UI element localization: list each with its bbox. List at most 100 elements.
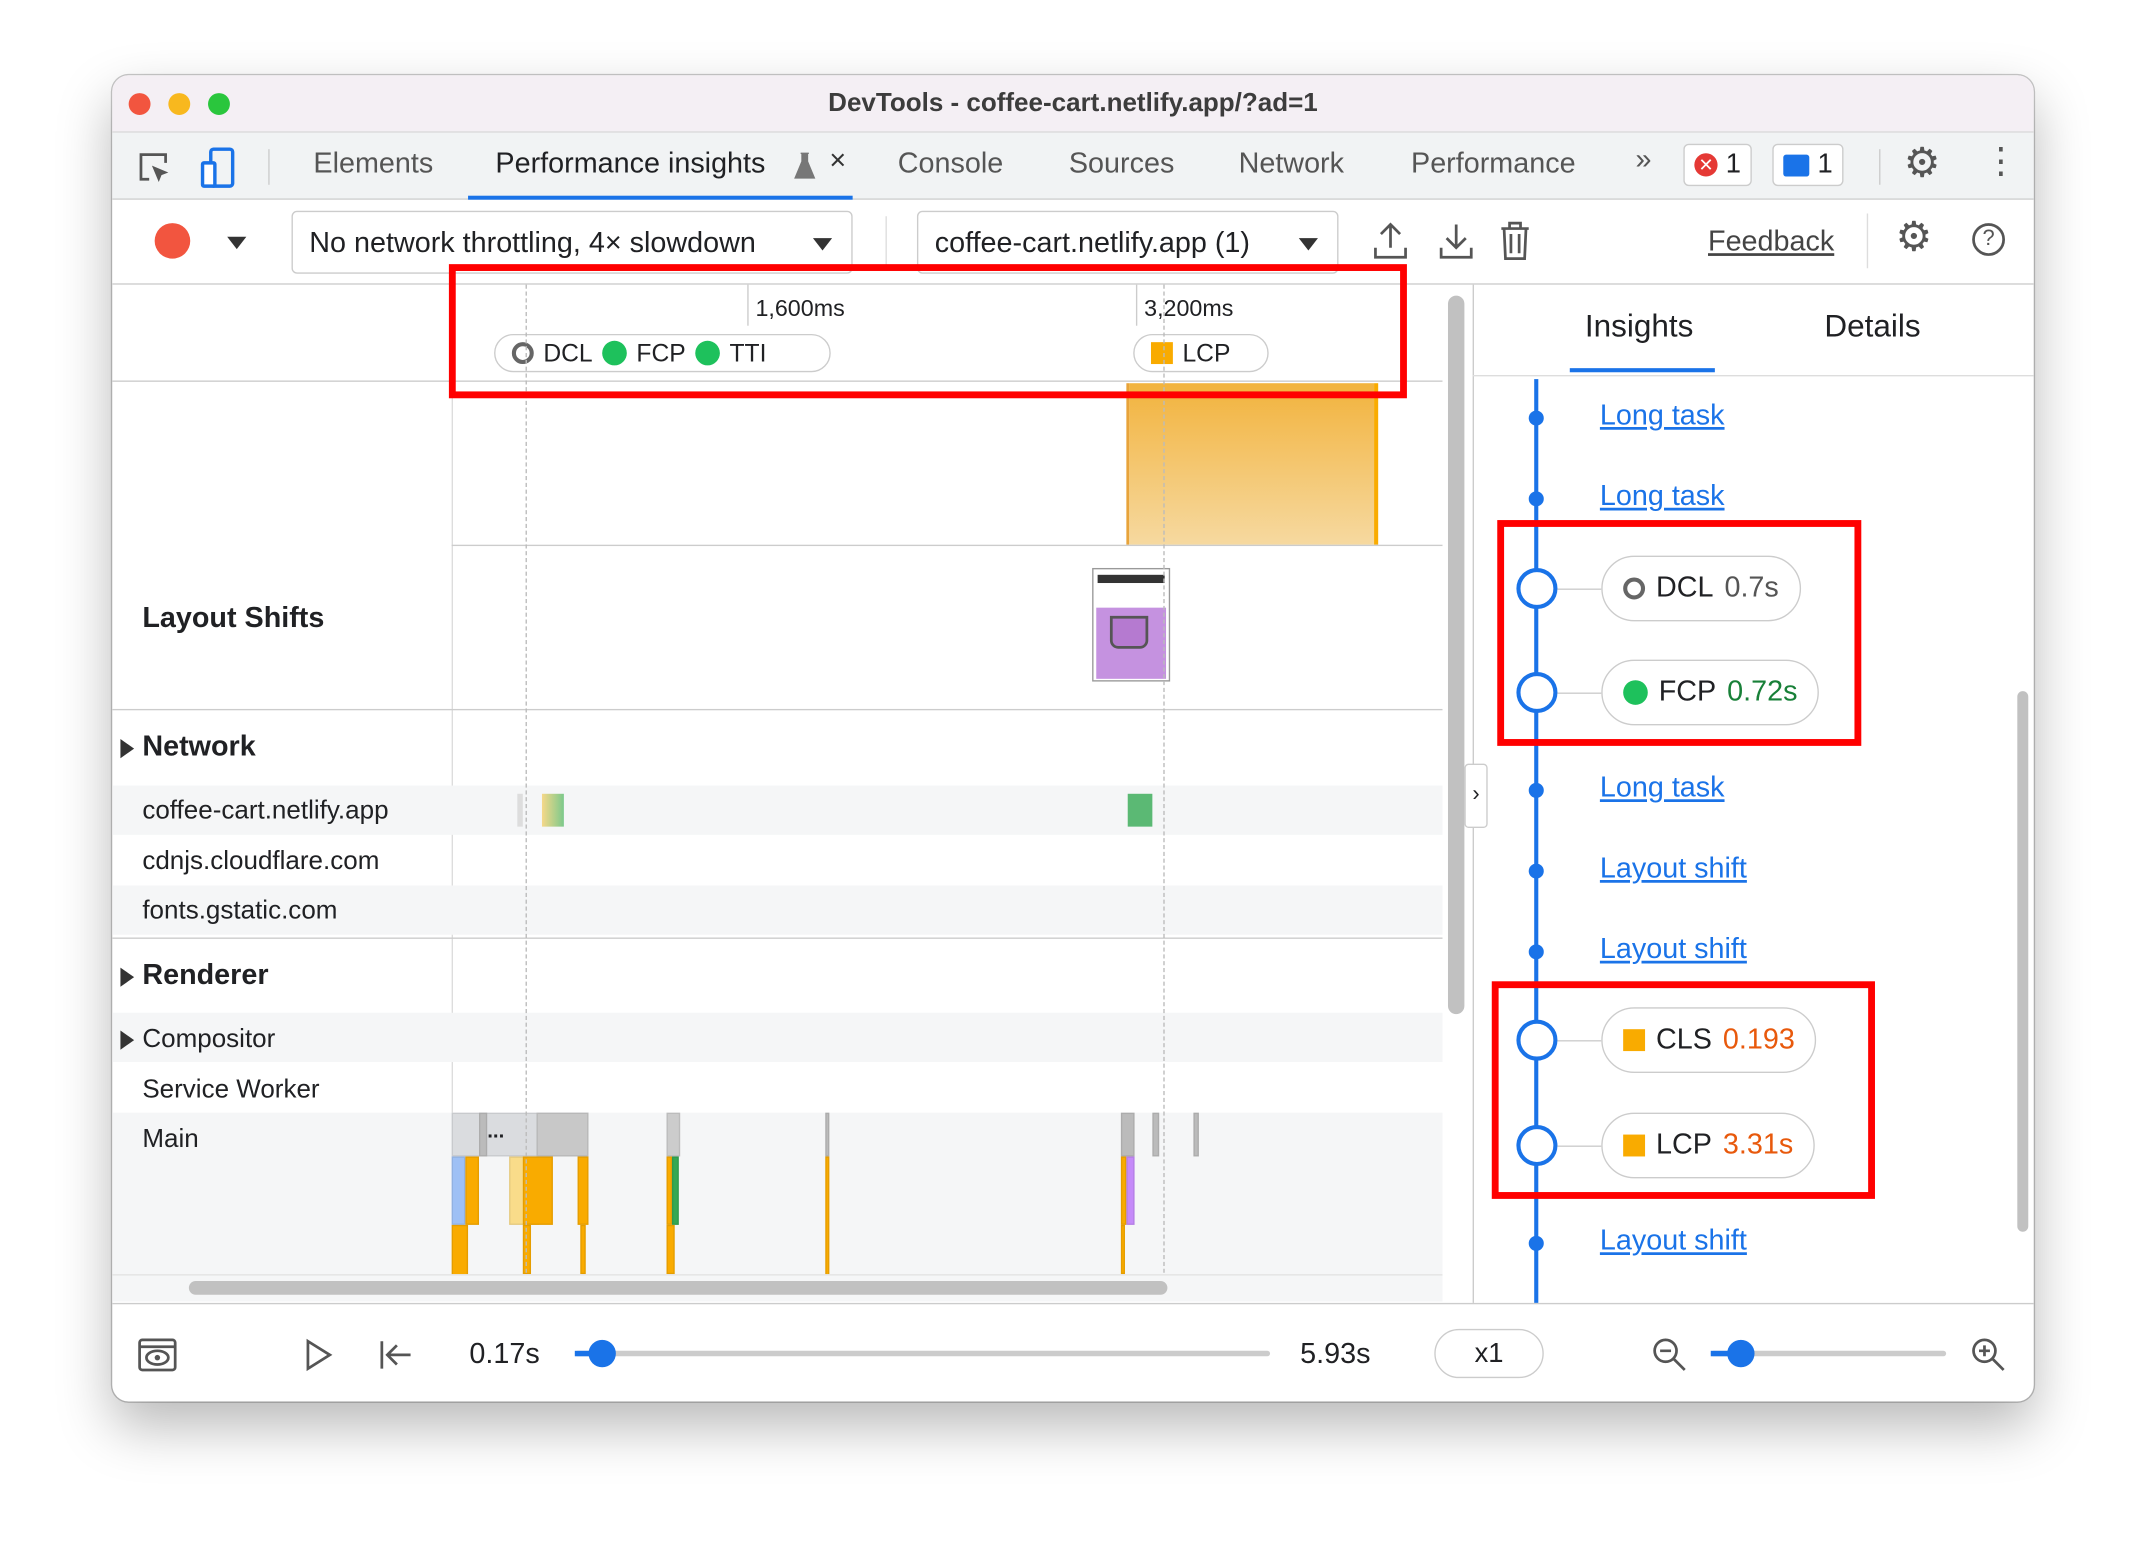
zoom-slider-thumb[interactable] (1727, 1339, 1756, 1368)
annotation-highlight-box (1491, 981, 1875, 1199)
title-bar: DevTools - coffee-cart.netlify.app/?ad=1 (112, 75, 2034, 133)
tab-details[interactable]: Details (1824, 308, 1920, 345)
service-worker-track-label: Service Worker (142, 1075, 320, 1105)
play-icon[interactable] (304, 1337, 334, 1373)
renderer-track-label[interactable]: Renderer (142, 959, 268, 992)
insight-link[interactable]: Layout shift (1600, 933, 1747, 966)
playback-end-time: 5.93s (1300, 1338, 1371, 1370)
zoom-slider[interactable] (1710, 1339, 1947, 1368)
main-thread-task[interactable] (825, 1112, 830, 1157)
screenshots-toggle-icon[interactable] (137, 1337, 178, 1373)
tab-sources[interactable]: Sources (1069, 148, 1174, 181)
main-task-ellipsis: ... (487, 1119, 505, 1143)
main-thread-task[interactable] (479, 1112, 488, 1157)
horizontal-scrollbar[interactable] (188, 1281, 1168, 1295)
expand-sidebar-button[interactable]: › (1464, 763, 1488, 829)
record-button[interactable] (154, 223, 191, 259)
layout-shift-screenshot[interactable] (1092, 567, 1171, 682)
throttling-value: No network throttling, 4× slowdown (309, 227, 756, 259)
settings-gear-icon[interactable]: ⚙ (1904, 140, 1941, 188)
lcp-marker-line (1163, 284, 1165, 1273)
main-thread-task[interactable] (580, 1224, 586, 1275)
record-options-dropdown-icon[interactable] (227, 236, 247, 250)
main-thread-task[interactable] (522, 1156, 553, 1225)
playback-slider-thumb[interactable] (588, 1339, 617, 1368)
expand-compositor-icon[interactable] (120, 1030, 135, 1050)
sidebar-scrollbar[interactable] (2017, 691, 2029, 1232)
inspect-element-icon[interactable] (135, 149, 173, 187)
delete-trash-icon[interactable] (1499, 220, 1532, 261)
expand-renderer-icon[interactable] (120, 967, 135, 987)
main-thread-task[interactable] (1120, 1112, 1135, 1157)
tab-insights[interactable]: Insights (1585, 308, 1693, 345)
main-thread-task[interactable] (1126, 1156, 1135, 1225)
active-tab-indicator (1569, 368, 1715, 373)
main-thread-task[interactable] (451, 1224, 469, 1280)
insight-link[interactable]: Layout shift (1600, 853, 1747, 886)
more-options-icon[interactable]: ⋮ (1983, 140, 2019, 182)
zoom-in-icon[interactable] (1969, 1336, 2007, 1374)
compositor-track-label[interactable]: Compositor (142, 1025, 275, 1055)
network-row-label: fonts.gstatic.com (142, 896, 338, 926)
annotation-highlight-box (1497, 520, 1862, 746)
network-request-bar[interactable] (1127, 793, 1153, 827)
timeline-dot (1528, 1235, 1544, 1251)
zoom-out-icon[interactable] (1651, 1336, 1689, 1374)
insight-link[interactable]: Long task (1600, 772, 1725, 805)
main-thread-task[interactable] (451, 1156, 466, 1225)
errors-badge[interactable]: ✕ 1 (1683, 143, 1752, 187)
errors-count: 1 (1725, 149, 1742, 180)
insight-link[interactable]: Long task (1600, 480, 1725, 513)
tab-bar: Elements Performance insights × Console … (112, 132, 2034, 200)
annotation-highlight-box (448, 264, 1407, 399)
main-thread-task[interactable] (825, 1156, 830, 1294)
insight-link[interactable]: Long task (1600, 400, 1725, 433)
tab-performance-insights[interactable]: Performance insights (495, 148, 765, 181)
device-toolbar-icon[interactable] (198, 146, 236, 190)
recording-value: coffee-cart.netlify.app (1) (934, 227, 1251, 259)
upload-icon[interactable] (1371, 220, 1409, 261)
playback-start-time: 0.17s (469, 1338, 540, 1370)
playback-speed-button[interactable]: x1 (1434, 1328, 1544, 1379)
help-icon[interactable]: ? (1972, 223, 2005, 256)
main-thread-task[interactable] (1193, 1112, 1199, 1157)
more-tabs-icon[interactable]: » (1635, 144, 1651, 177)
main-thread-task[interactable] (666, 1112, 681, 1157)
tab-performance[interactable]: Performance (1411, 148, 1576, 181)
main-thread-task[interactable] (666, 1224, 675, 1275)
chevron-down-icon (812, 238, 833, 251)
vertical-scrollbar[interactable] (1447, 295, 1465, 1015)
performance-settings-gear-icon[interactable]: ⚙ (1896, 214, 1933, 262)
network-track-label[interactable]: Network (142, 731, 255, 764)
message-icon (1783, 153, 1810, 176)
insight-link[interactable]: Layout shift (1600, 1225, 1747, 1258)
messages-count: 1 (1817, 149, 1833, 180)
main-thread-task[interactable] (465, 1156, 480, 1225)
timeline-dot (1528, 782, 1544, 798)
main-thread-task[interactable] (536, 1112, 589, 1157)
chevron-down-icon (1298, 238, 1318, 251)
download-icon[interactable] (1437, 220, 1475, 261)
timeline-panel: 1,600ms 3,200ms DCL FCP TTI LCP Layout S… (112, 284, 1465, 1303)
main-track-label: Main (142, 1124, 199, 1154)
layout-shifts-track-label: Layout Shifts (142, 602, 325, 634)
window-title: DevTools - coffee-cart.netlify.app/?ad=1 (828, 88, 1318, 118)
tab-console[interactable]: Console (898, 148, 1003, 181)
dcl-marker-line (525, 284, 527, 1273)
expand-network-icon[interactable] (120, 739, 135, 759)
feedback-link[interactable]: Feedback (1708, 226, 1834, 259)
network-row-label: coffee-cart.netlify.app (142, 796, 389, 826)
tab-network[interactable]: Network (1239, 148, 1344, 181)
network-request-bar[interactable] (541, 793, 564, 827)
close-tab-icon[interactable]: × (829, 145, 846, 178)
main-thread-task[interactable] (1152, 1112, 1160, 1157)
messages-badge[interactable]: 1 (1772, 143, 1844, 187)
timeline-dot (1528, 491, 1544, 507)
main-thread-task[interactable] (671, 1156, 679, 1225)
tab-elements[interactable]: Elements (313, 148, 433, 181)
jump-to-start-icon[interactable] (378, 1337, 414, 1373)
playback-slider[interactable] (574, 1339, 1271, 1368)
main-thread-task[interactable] (577, 1156, 589, 1225)
main-thread-task[interactable] (1120, 1224, 1125, 1275)
timeline-dot (1528, 944, 1544, 960)
